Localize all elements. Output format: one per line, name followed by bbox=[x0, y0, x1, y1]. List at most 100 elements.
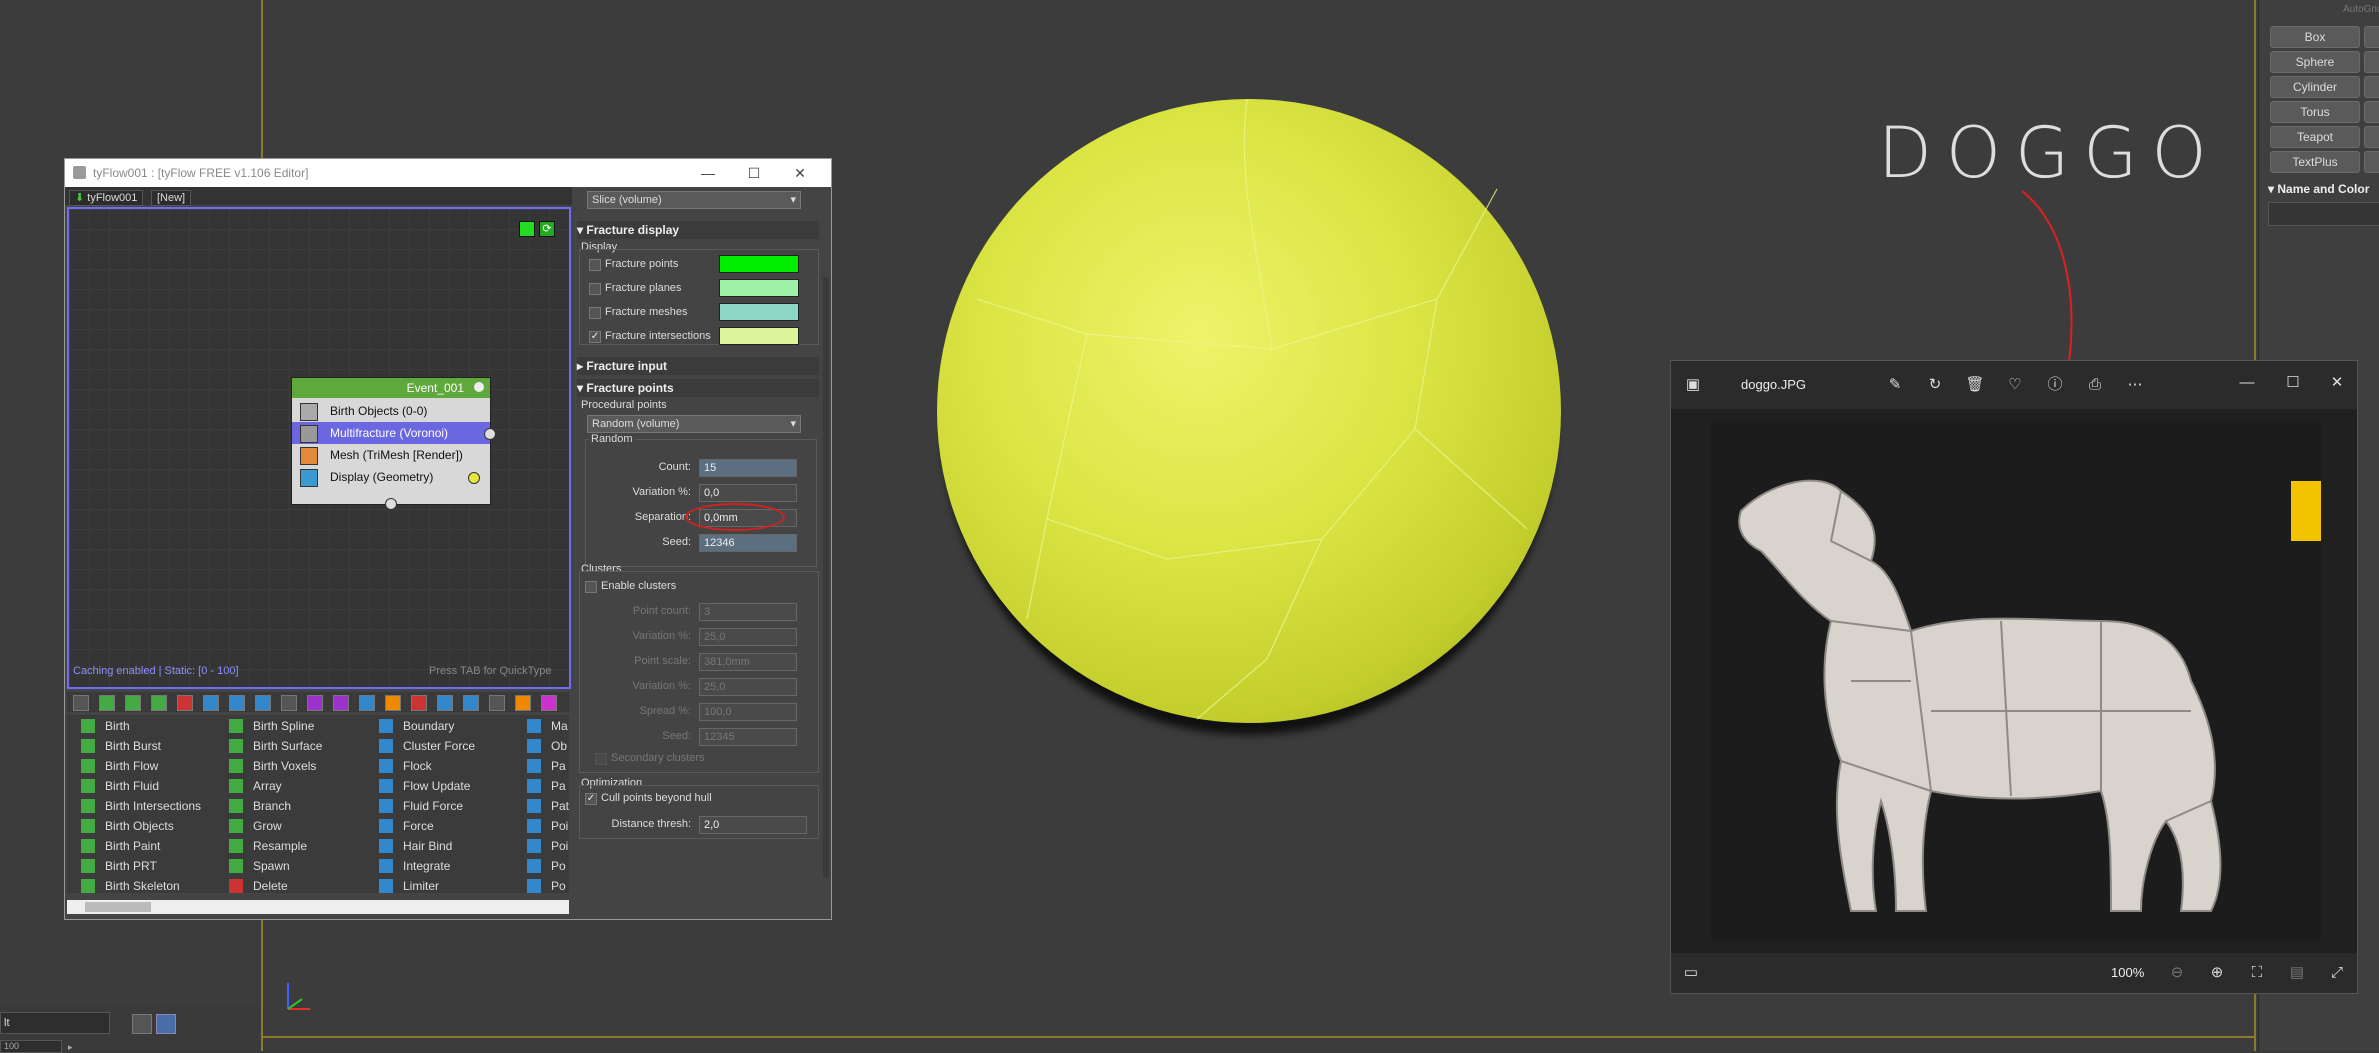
secondary-clusters-checkbox[interactable] bbox=[595, 753, 607, 765]
filter-icon-15[interactable] bbox=[437, 695, 453, 711]
cone-button-partial[interactable] bbox=[2364, 26, 2379, 48]
fracture-planes-color[interactable] bbox=[719, 279, 799, 297]
maximize-button[interactable]: ☐ bbox=[2283, 373, 2303, 393]
filter-icon-14[interactable] bbox=[411, 695, 427, 711]
point-scale-spinner[interactable]: 381,0mm bbox=[699, 653, 797, 671]
lightbulb-icon[interactable] bbox=[474, 382, 484, 392]
close-button[interactable]: ✕ bbox=[777, 159, 823, 187]
op-mesh[interactable]: Mesh (TriMesh [Render]) bbox=[292, 444, 490, 466]
spread-spinner[interactable]: 100,0 bbox=[699, 703, 797, 721]
filter-icon-6[interactable] bbox=[203, 695, 219, 711]
filter-icon-10[interactable] bbox=[307, 695, 323, 711]
edit-icon[interactable]: ✎ bbox=[1885, 375, 1905, 395]
refresh-icon[interactable]: ⟳ bbox=[539, 221, 555, 237]
fracture-points-checkbox[interactable] bbox=[589, 259, 601, 271]
output-socket[interactable] bbox=[484, 428, 496, 440]
extra-button-partial[interactable] bbox=[2364, 151, 2379, 173]
fracture-input-rollout[interactable]: ▸ Fracture input bbox=[577, 357, 819, 375]
info-icon[interactable]: ⓘ bbox=[2045, 375, 2065, 395]
command-field[interactable]: lt bbox=[0, 1012, 110, 1034]
seed-spinner[interactable]: 12346 bbox=[699, 534, 797, 552]
geosphere-button-partial[interactable] bbox=[2364, 51, 2379, 73]
scale-variation-spinner[interactable]: 25,0 bbox=[699, 678, 797, 696]
filter-icon-19[interactable] bbox=[541, 695, 557, 711]
filter-icon-5[interactable] bbox=[177, 695, 193, 711]
filter-icon-7[interactable] bbox=[229, 695, 245, 711]
fracture-intersections-color[interactable] bbox=[719, 327, 799, 345]
maximize-button[interactable]: ☐ bbox=[731, 159, 777, 187]
zoom-out-icon[interactable]: ⊖ bbox=[2167, 963, 2187, 983]
cluster-seed-spinner[interactable]: 12345 bbox=[699, 728, 797, 746]
zoom-in-icon[interactable]: ⊕ bbox=[2207, 963, 2227, 983]
pyramid-button-partial[interactable] bbox=[2364, 101, 2379, 123]
procedural-points-dropdown[interactable]: Random (volume) ▾ bbox=[587, 415, 801, 433]
filter-icon-2[interactable] bbox=[99, 695, 115, 711]
variation-spinner[interactable]: 0,0 bbox=[699, 484, 797, 502]
horizontal-scrollbar[interactable] bbox=[67, 900, 569, 914]
fracture-intersections-checkbox[interactable]: ✓ bbox=[589, 331, 601, 343]
actual-size-icon[interactable]: ▤ bbox=[2287, 963, 2307, 983]
filter-icon-16[interactable] bbox=[463, 695, 479, 711]
display-color-dot[interactable] bbox=[468, 472, 480, 484]
filter-icon-9[interactable] bbox=[281, 695, 297, 711]
fracture-points-rollout[interactable]: ▾ Fracture points bbox=[577, 379, 819, 397]
input-socket[interactable] bbox=[385, 498, 397, 510]
tube-button-partial[interactable] bbox=[2364, 76, 2379, 98]
filter-icon-18[interactable] bbox=[515, 695, 531, 711]
calculator-icon[interactable] bbox=[156, 1014, 176, 1034]
rotate-icon[interactable]: ↻ bbox=[1925, 375, 1945, 395]
favorite-heart-icon[interactable]: ♡ bbox=[2005, 375, 2025, 395]
print-icon[interactable]: ⎙ bbox=[2085, 375, 2105, 395]
frame-counter[interactable]: 100 bbox=[0, 1040, 62, 1053]
point-count-spinner[interactable]: 3 bbox=[699, 603, 797, 621]
filter-icon-3[interactable] bbox=[125, 695, 141, 711]
name-color-rollout[interactable]: ▾ Name and Color bbox=[2268, 182, 2369, 196]
teapot-button[interactable]: Teapot bbox=[2270, 126, 2360, 148]
fracture-planes-checkbox[interactable] bbox=[589, 283, 601, 295]
tab-new[interactable]: [New] bbox=[151, 190, 192, 206]
scroll-thumb[interactable] bbox=[85, 902, 151, 912]
record-icon[interactable] bbox=[519, 221, 535, 237]
op-display[interactable]: Display (Geometry) bbox=[292, 466, 490, 488]
sphere-button[interactable]: Sphere bbox=[2270, 51, 2360, 73]
fracture-points-color[interactable] bbox=[719, 255, 799, 273]
op-birth-objects[interactable]: Birth Objects (0-0) bbox=[292, 400, 490, 422]
flow-graph-canvas[interactable]: ⟳ Event_001 Birth Objects (0-0) Multifra… bbox=[67, 207, 571, 689]
slice-mode-dropdown[interactable]: Slice (volume) ▾ bbox=[587, 191, 801, 209]
plane-button-partial[interactable] bbox=[2364, 126, 2379, 148]
minimize-button[interactable]: — bbox=[685, 159, 731, 187]
fit-window-icon[interactable]: ⛶ bbox=[2247, 963, 2267, 983]
fullscreen-icon[interactable]: ⤢ bbox=[2327, 963, 2347, 983]
tab-tyflow001[interactable]: ⬇ tyFlow001 bbox=[69, 190, 144, 206]
cull-points-checkbox[interactable]: ✓ bbox=[585, 793, 597, 805]
torus-button[interactable]: Torus bbox=[2270, 101, 2360, 123]
props-scrollbar[interactable] bbox=[823, 277, 829, 877]
box-button[interactable]: Box bbox=[2270, 26, 2360, 48]
textplus-button[interactable]: TextPlus bbox=[2270, 151, 2360, 173]
filmstrip-icon[interactable]: ▭ bbox=[1681, 963, 1701, 983]
cluster-variation-spinner[interactable]: 25,0 bbox=[699, 628, 797, 646]
counter-arrow-icon[interactable]: ▸ bbox=[68, 1042, 73, 1053]
event-header[interactable]: Event_001 bbox=[292, 378, 490, 398]
filter-icon-13[interactable] bbox=[385, 695, 401, 711]
filter-icon-8[interactable] bbox=[255, 695, 271, 711]
photo-image[interactable] bbox=[1711, 421, 2321, 941]
event-node[interactable]: Event_001 Birth Objects (0-0) Multifract… bbox=[291, 377, 496, 510]
count-spinner[interactable]: 15 bbox=[699, 459, 797, 477]
more-options-icon[interactable]: ⋯ bbox=[2125, 375, 2145, 395]
distance-thresh-spinner[interactable]: 2,0 bbox=[699, 816, 807, 834]
close-button[interactable]: ✕ bbox=[2327, 373, 2347, 393]
fractured-sphere[interactable] bbox=[937, 99, 1561, 723]
filter-icon-12[interactable] bbox=[359, 695, 375, 711]
fracture-meshes-color[interactable] bbox=[719, 303, 799, 321]
fracture-display-rollout[interactable]: ▾ Fracture display bbox=[577, 221, 819, 239]
filter-icon-4[interactable] bbox=[151, 695, 167, 711]
layers-icon[interactable] bbox=[132, 1014, 152, 1034]
delete-icon[interactable]: 🗑 bbox=[1965, 375, 1985, 395]
op-multifracture[interactable]: Multifracture (Voronoi) bbox=[292, 422, 490, 444]
filter-icon-11[interactable] bbox=[333, 695, 349, 711]
cylinder-button[interactable]: Cylinder bbox=[2270, 76, 2360, 98]
minimize-button[interactable]: — bbox=[2237, 373, 2257, 393]
fracture-meshes-checkbox[interactable] bbox=[589, 307, 601, 319]
filter-icon-17[interactable] bbox=[489, 695, 505, 711]
